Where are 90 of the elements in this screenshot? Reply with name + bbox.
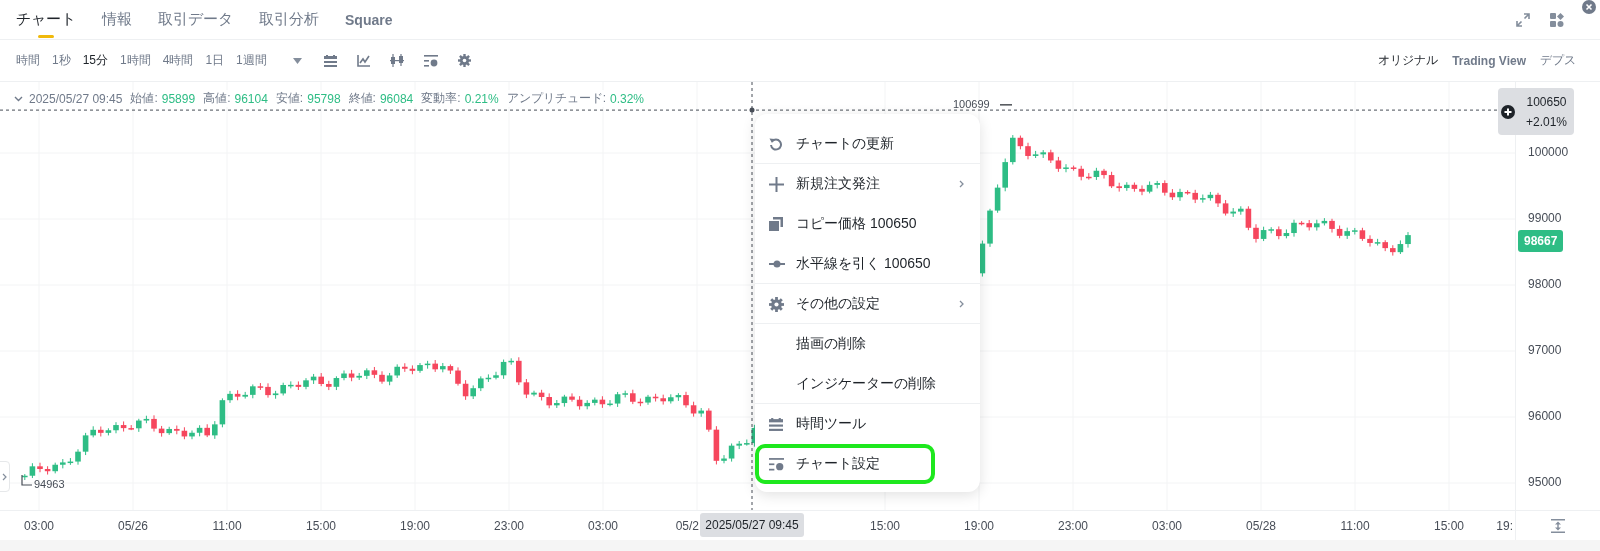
- interval-button[interactable]: 1時間: [120, 52, 151, 69]
- crosshair-change: +2.01%: [1525, 114, 1567, 129]
- time-tick: 23:00: [494, 519, 524, 533]
- horizontal-line-icon: [769, 260, 785, 268]
- menu-item[interactable]: チャートの更新: [755, 124, 980, 164]
- legend-label: 変動率:: [421, 90, 461, 107]
- marker-line: [999, 104, 1013, 106]
- chevron-down-icon[interactable]: [14, 95, 23, 102]
- copy-icon: [769, 217, 783, 231]
- tab[interactable]: チャート: [16, 0, 76, 39]
- legend-date: 2025/05/27 09:45: [29, 91, 123, 106]
- settings-icon[interactable]: [457, 54, 471, 67]
- view-tab[interactable]: Trading View: [1452, 53, 1526, 68]
- settings-icon: [769, 296, 784, 312]
- time-tick: 03:00: [1152, 519, 1182, 533]
- chevron-right-icon: [959, 180, 964, 188]
- caret-icon[interactable]: [292, 57, 302, 64]
- legend-label: 始値:: [130, 90, 158, 107]
- interval-button[interactable]: 1週間: [236, 52, 267, 69]
- interval-button[interactable]: 1日: [205, 52, 225, 69]
- plus-icon: [769, 176, 784, 192]
- time-tick: 05/2: [675, 519, 699, 533]
- crosshair-dot: [749, 107, 755, 113]
- menu-item[interactable]: インジケーターの削除: [755, 364, 980, 404]
- calendar-icon[interactable]: [323, 54, 337, 67]
- view-tab[interactable]: デプス: [1540, 52, 1576, 69]
- chart-settings-icon[interactable]: [423, 54, 438, 67]
- calendar-icon: [769, 417, 783, 431]
- price-tick: 95000: [1528, 475, 1562, 489]
- menu-item[interactable]: 新規注文発注: [755, 164, 980, 204]
- time-tick: 15:00: [306, 519, 336, 533]
- price-tick: 97000: [1528, 343, 1562, 357]
- auto-scale-icon[interactable]: [1551, 518, 1565, 533]
- legend-value: 96104: [234, 91, 268, 106]
- refresh-icon: [769, 137, 783, 151]
- legend-value: 95798: [307, 91, 341, 106]
- plus-circle-icon[interactable]: [1501, 104, 1515, 119]
- legend-label: 安値:: [275, 90, 304, 107]
- interval-button[interactable]: 15分: [82, 52, 109, 69]
- interval-label: 時間: [16, 52, 40, 69]
- time-tick: 15:00: [870, 519, 900, 533]
- price-tick: 100000: [1528, 145, 1569, 159]
- expand-handle[interactable]: [0, 461, 10, 492]
- time-tick: 11:00: [212, 519, 242, 533]
- menu-item[interactable]: 時間ツール: [755, 404, 980, 444]
- legend-value: 0.32%: [610, 91, 645, 106]
- price-tick: 98000: [1528, 277, 1562, 291]
- legend-label: アンプリチュード:: [506, 90, 606, 107]
- menu-item[interactable]: その他の設定: [755, 284, 980, 324]
- view-tab[interactable]: オリジナル: [1378, 52, 1439, 69]
- time-tick: 05/26: [118, 519, 148, 533]
- legend-label: 終値:: [348, 90, 376, 107]
- price-tick: 99000: [1528, 211, 1562, 225]
- menu-item[interactable]: チャート設定: [755, 444, 935, 484]
- chart-settings-icon: [769, 457, 784, 471]
- widgets-icon[interactable]: [1550, 12, 1564, 27]
- crosshair-price: 100650: [1526, 94, 1567, 109]
- tab[interactable]: 取引データ: [158, 0, 233, 39]
- tab[interactable]: Square: [345, 0, 393, 39]
- time-tick: 03:00: [24, 519, 54, 533]
- last-price-badge: 98667: [1518, 229, 1564, 252]
- time-tick: 11:00: [1340, 519, 1370, 533]
- crosshair-time-label: 2025/05/27 09:45: [700, 513, 804, 537]
- menu-item[interactable]: 描画の削除: [755, 324, 980, 364]
- price-tick: 96000: [1528, 409, 1562, 423]
- expand-icon[interactable]: [1516, 12, 1530, 27]
- time-tick: 15:00: [1434, 519, 1464, 533]
- time-tick: 23:00: [1058, 519, 1088, 533]
- close-icon[interactable]: [1582, 0, 1596, 14]
- legend-label: 高値:: [203, 90, 231, 107]
- time-tick: 03:00: [588, 519, 618, 533]
- tab[interactable]: 取引分析: [259, 0, 319, 39]
- legend-value: 96084: [379, 91, 414, 106]
- high-price-label: 100699: [953, 97, 990, 110]
- tab[interactable]: 情報: [102, 0, 132, 39]
- marker-line: [21, 474, 33, 486]
- chevron-right-icon: [959, 300, 964, 308]
- interval-button[interactable]: 1秒: [52, 52, 71, 69]
- candlestick-icon[interactable]: [389, 54, 404, 67]
- time-tick: 19:00: [964, 519, 994, 533]
- indicator-icon[interactable]: [356, 54, 370, 67]
- interval-button[interactable]: 4時間: [162, 52, 194, 69]
- menu-item[interactable]: 水平線を引く 100650: [755, 244, 980, 284]
- legend-value: 95899: [161, 91, 196, 106]
- time-tick: 05/28: [1246, 519, 1276, 533]
- menu-item[interactable]: コピー価格 100650: [755, 204, 980, 244]
- time-tick: 19:00: [400, 519, 430, 533]
- time-tick: 19:: [1496, 519, 1514, 533]
- low-price-label: 94963: [34, 478, 65, 490]
- legend-value: 0.21%: [464, 91, 499, 106]
